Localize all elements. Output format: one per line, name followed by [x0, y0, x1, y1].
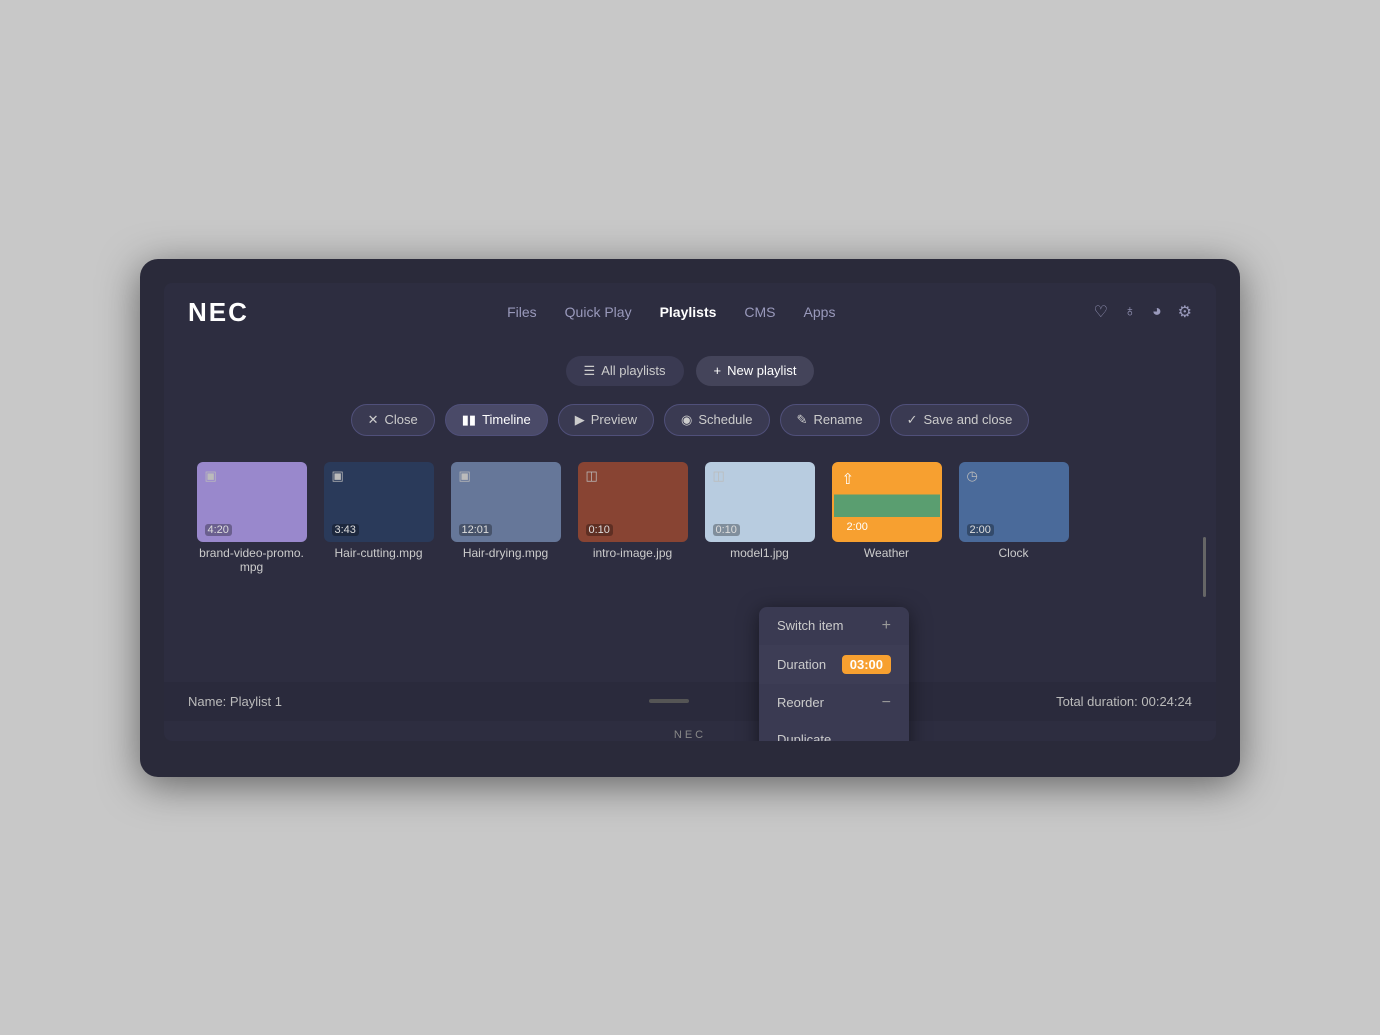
nav-apps[interactable]: Apps: [804, 304, 836, 320]
ctx-switch-label: Switch item: [777, 618, 843, 633]
content-area: ▣ 4:20 brand-video-promo.mpg ▣ 3:43 Hair…: [164, 452, 1216, 682]
globe-icon[interactable]: ♁: [1124, 303, 1136, 321]
card-label-5: model1.jpg: [730, 546, 789, 560]
schedule-icon: ◉: [681, 412, 692, 428]
nav-playlists[interactable]: Playlists: [660, 304, 717, 320]
save-icon: ✓: [907, 412, 918, 428]
card-label-2: Hair-cutting.mpg: [334, 546, 422, 560]
rename-icon: ✎: [797, 412, 808, 428]
close-label: Close: [385, 412, 418, 427]
playlist-card-7[interactable]: ◷ 2:00 Clock: [956, 462, 1071, 560]
new-playlist-button[interactable]: + New playlist: [696, 356, 815, 386]
image-icon-5: ◫: [713, 468, 725, 484]
bottom-bar: Name: Playlist 1 Total duration: 00:24:2…: [164, 682, 1216, 721]
card-thumb-3: ▣ 12:01: [451, 462, 561, 542]
playlist-card-6[interactable]: ⇧ 2:00 Weather: [829, 462, 944, 560]
playlist-card-3[interactable]: ▣ 12:01 Hair-drying.mpg: [448, 462, 563, 560]
card-duration-3: 12:01: [459, 524, 493, 536]
context-menu: Switch item + Duration 03:00 Reorder − D…: [759, 607, 909, 741]
save-close-button[interactable]: ✓ Save and close: [890, 404, 1030, 436]
clock-icon: ◷: [967, 468, 978, 484]
card-duration-1: 4:20: [205, 524, 232, 536]
card-duration-6: 2:00: [842, 520, 873, 534]
video-icon-3: ▣: [459, 468, 471, 484]
tv-outer: NEC Files Quick Play Playlists CMS Apps …: [140, 259, 1240, 777]
card-label-4: intro-image.jpg: [593, 546, 672, 560]
nav-cms[interactable]: CMS: [744, 304, 775, 320]
playlist-card-1[interactable]: ▣ 4:20 brand-video-promo.mpg: [194, 462, 309, 574]
scrollbar[interactable]: [1203, 537, 1206, 597]
timeline-label: Timeline: [482, 412, 531, 427]
card-duration-7: 2:00: [967, 524, 994, 536]
nav-links: Files Quick Play Playlists CMS Apps: [507, 304, 835, 320]
top-nav: NEC Files Quick Play Playlists CMS Apps …: [164, 283, 1216, 342]
nav-quickplay[interactable]: Quick Play: [565, 304, 632, 320]
user-icon[interactable]: ♡: [1094, 302, 1108, 322]
schedule-button[interactable]: ◉ Schedule: [664, 404, 770, 436]
toolbar: ✕ Close ▮▮ Timeline ▶ Preview ◉ Schedule…: [164, 396, 1216, 452]
ctx-switch-item[interactable]: Switch item +: [759, 607, 909, 645]
playlist-card-4[interactable]: ◫ 0:10 intro-image.jpg: [575, 462, 690, 560]
list-icon: ☰: [584, 363, 596, 379]
card-label-3: Hair-drying.mpg: [463, 546, 548, 560]
ctx-duration[interactable]: Duration 03:00: [759, 645, 909, 684]
card-thumb-5: ◫ 0:10: [705, 462, 815, 542]
playlist-card-5[interactable]: ◫ 0:10 model1.jpg: [702, 462, 817, 560]
plus-icon: +: [714, 363, 722, 378]
close-button[interactable]: ✕ Close: [351, 404, 435, 436]
card-thumb-7: ◷ 2:00: [959, 462, 1069, 542]
new-playlist-label: New playlist: [727, 363, 796, 378]
card-duration-2: 3:43: [332, 524, 359, 536]
playlist-bar: ☰ All playlists + New playlist: [164, 342, 1216, 396]
tv-screen: NEC Files Quick Play Playlists CMS Apps …: [164, 283, 1216, 741]
ctx-switch-plus-icon: +: [882, 617, 891, 635]
card-thumb-2: ▣ 3:43: [324, 462, 434, 542]
all-playlists-label: All playlists: [601, 363, 665, 378]
playlist-items: ▣ 4:20 brand-video-promo.mpg ▣ 3:43 Hair…: [194, 462, 1186, 582]
bottom-handle: [649, 699, 689, 703]
bottom-center: [649, 699, 689, 703]
card-label-6: Weather: [864, 546, 909, 560]
close-icon: ✕: [368, 412, 379, 428]
rename-label: Rename: [813, 412, 862, 427]
ctx-duration-value[interactable]: 03:00: [842, 655, 891, 674]
image-icon-4: ◫: [586, 468, 598, 484]
card-label-1: brand-video-promo.mpg: [197, 546, 307, 574]
ctx-reorder-minus-icon: −: [882, 694, 891, 712]
card-thumb-4: ◫ 0:10: [578, 462, 688, 542]
ctx-duplicate-label: Duplicate: [777, 732, 831, 741]
nav-files[interactable]: Files: [507, 304, 537, 320]
preview-label: Preview: [591, 412, 637, 427]
video-icon-2: ▣: [332, 468, 344, 484]
play-icon: ▶: [575, 412, 585, 428]
ctx-reorder-label: Reorder: [777, 695, 824, 710]
wifi-icon[interactable]: ◕: [1152, 303, 1162, 321]
preview-button[interactable]: ▶ Preview: [558, 404, 654, 436]
weather-icon: ⇧: [842, 470, 855, 488]
video-icon-1: ▣: [205, 468, 217, 484]
save-label: Save and close: [923, 412, 1012, 427]
nec-logo: NEC: [188, 297, 249, 328]
playlist-card-2[interactable]: ▣ 3:43 Hair-cutting.mpg: [321, 462, 436, 560]
ctx-duplicate[interactable]: Duplicate: [759, 722, 909, 741]
total-duration: Total duration: 00:24:24: [1056, 694, 1192, 709]
card-thumb-6: ⇧ 2:00: [832, 462, 942, 542]
timeline-button[interactable]: ▮▮ Timeline: [445, 404, 548, 436]
all-playlists-button[interactable]: ☰ All playlists: [566, 356, 684, 386]
timeline-icon: ▮▮: [462, 412, 476, 428]
schedule-label: Schedule: [698, 412, 752, 427]
card-duration-4: 0:10: [586, 524, 613, 536]
card-duration-5: 0:10: [713, 524, 740, 536]
ctx-reorder[interactable]: Reorder −: [759, 684, 909, 722]
nav-icons: ♡ ♁ ◕ ⚙: [1094, 302, 1192, 322]
tv-brand: NEC: [164, 721, 1216, 741]
gear-icon[interactable]: ⚙: [1178, 302, 1192, 322]
card-label-7: Clock: [998, 546, 1028, 560]
ctx-duration-label: Duration: [777, 657, 826, 672]
card-thumb-1: ▣ 4:20: [197, 462, 307, 542]
playlist-name: Name: Playlist 1: [188, 694, 282, 709]
rename-button[interactable]: ✎ Rename: [780, 404, 880, 436]
